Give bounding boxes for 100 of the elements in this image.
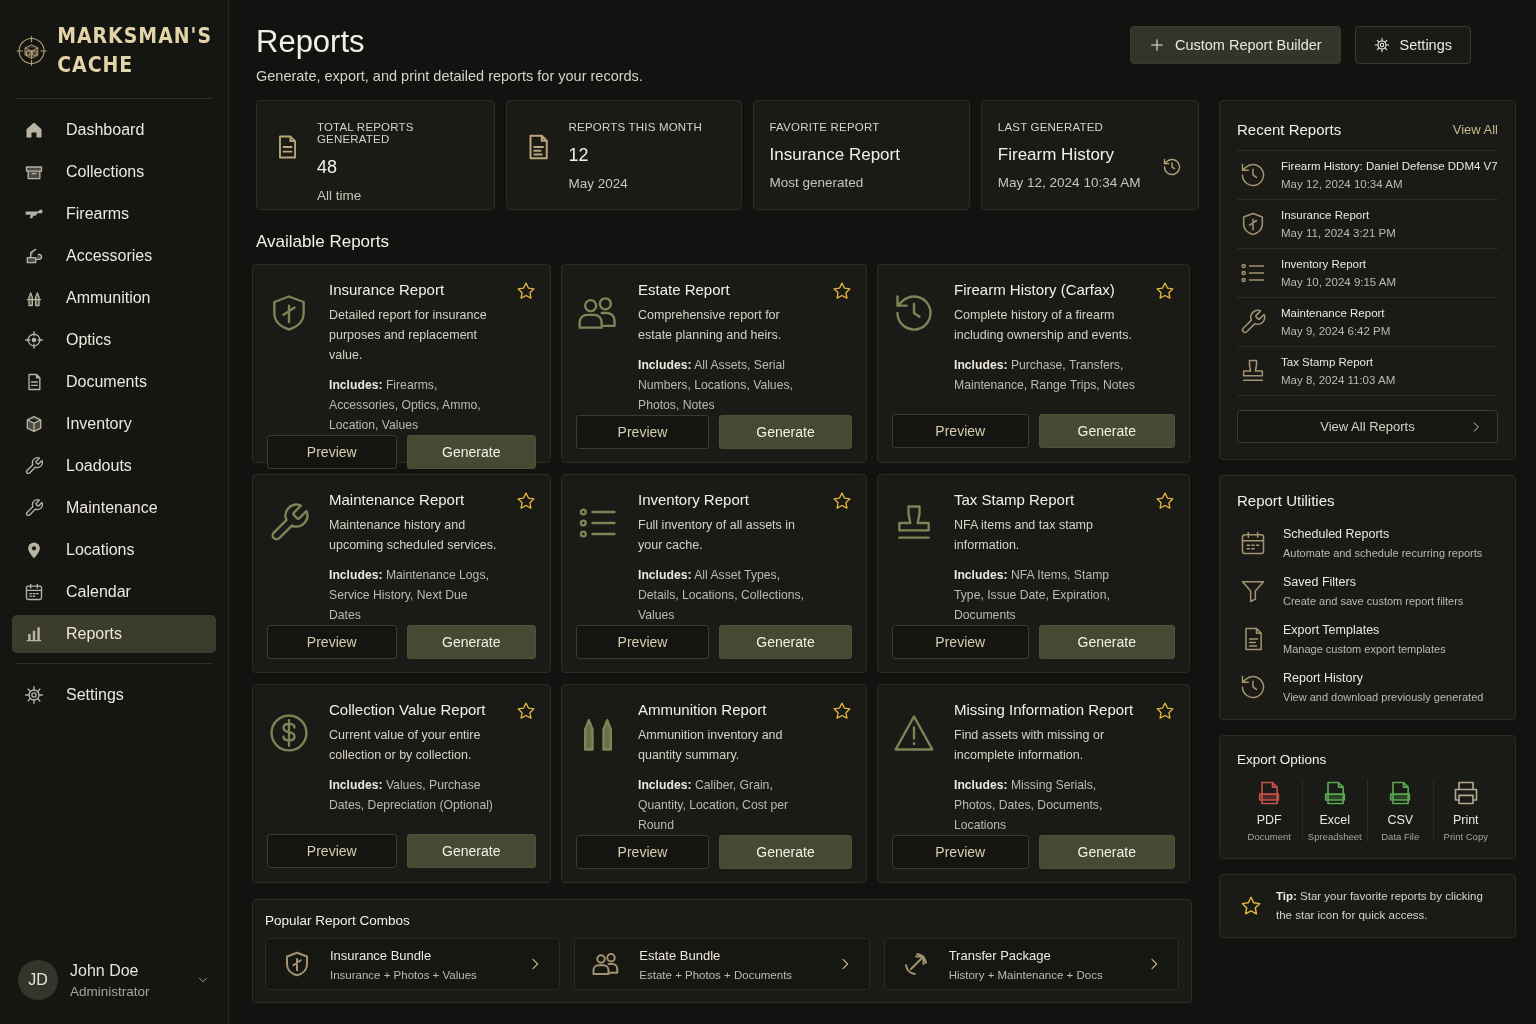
star-icon[interactable] <box>1155 491 1175 511</box>
stat-value: 12 <box>568 145 590 166</box>
panel-title: Recent Reports <box>1237 121 1342 138</box>
preview-button[interactable]: Preview <box>576 625 709 659</box>
star-icon[interactable] <box>832 701 852 721</box>
utility-description: View and download previously generated <box>1283 691 1484 703</box>
generate-button[interactable]: Generate <box>719 625 852 659</box>
recent-report-title[interactable]: Insurance Report <box>1281 209 1396 221</box>
report-title: Ammunition Report <box>638 701 768 718</box>
wrench-icon <box>24 456 44 476</box>
export-option[interactable]: Print Print Copy <box>1432 779 1498 842</box>
generate-button[interactable]: Generate <box>719 835 852 869</box>
preview-button[interactable]: Preview <box>576 415 709 449</box>
settings-button[interactable]: Settings <box>1354 26 1471 64</box>
preview-button[interactable]: Preview <box>267 435 397 469</box>
combo-item[interactable]: Transfer Package History + Maintenance + Docs <box>883 938 1179 990</box>
report-description: Complete history of a firearm including ownership and events. <box>954 307 1133 344</box>
recent-report-title[interactable]: Tax Stamp Report <box>1281 356 1396 368</box>
export-option[interactable]: Excel Spreadsheet <box>1301 779 1367 842</box>
combo-subtitle: Estate + Photos + Documents <box>639 968 794 981</box>
generate-button[interactable]: Generate <box>406 834 536 868</box>
utility-description: Manage custom export templates <box>1283 643 1446 655</box>
stat-note: May 2024 <box>568 176 629 191</box>
crosshair-icon <box>24 330 44 350</box>
generate-button[interactable]: Generate <box>1038 414 1175 448</box>
report-includes: Includes: Caliber, Grain, Quantity, Location, Cost per Round <box>638 777 790 834</box>
report-description: Ammunition inventory and quantity summary. <box>638 727 784 764</box>
settings-icon <box>24 685 44 705</box>
star-icon[interactable] <box>516 701 536 721</box>
wrench-icon <box>24 498 44 518</box>
generate-button[interactable]: Generate <box>406 625 536 659</box>
nav-item[interactable]: Collections <box>12 153 216 191</box>
preview-button[interactable]: Preview <box>892 835 1029 869</box>
star-icon[interactable] <box>832 491 852 511</box>
nav-item[interactable]: Reports <box>12 615 216 653</box>
view-all-reports-button[interactable]: View All Reports <box>1237 410 1498 443</box>
preview-button[interactable]: Preview <box>892 625 1029 659</box>
nav-item[interactable]: Documents <box>12 363 216 401</box>
nav-item[interactable]: Maintenance <box>12 489 216 527</box>
recent-report-time: May 10, 2024 9:15 AM <box>1281 276 1397 288</box>
tip-text: Tip: Star your favorite reports by clicking the star icon for quick access. <box>1276 889 1484 923</box>
generate-button[interactable]: Generate <box>1038 625 1175 659</box>
recent-report-title[interactable]: Firearm History: Daniel Defense DDM4 V7 <box>1281 160 1498 172</box>
export-option[interactable]: PDF Document <box>1237 779 1302 842</box>
user-role: Administrator <box>70 983 151 999</box>
recent-report-title[interactable]: Maintenance Report <box>1281 307 1391 319</box>
report-title: Maintenance Report <box>329 491 466 508</box>
report-description: Detailed report for insurance purposes and replacement value. <box>329 307 488 364</box>
export-option[interactable]: CSV Data File <box>1367 779 1433 842</box>
stat-value: 48 <box>316 157 338 178</box>
recent-report-time: May 8, 2024 11:03 AM <box>1281 374 1396 386</box>
star-icon[interactable] <box>832 281 852 301</box>
nav-item[interactable]: Dashboard <box>12 111 216 149</box>
nav-item[interactable]: Loadouts <box>12 447 216 485</box>
combo-item[interactable]: Estate Bundle Estate + Photos + Documents <box>574 938 870 990</box>
nav-item[interactable]: Locations <box>12 531 216 569</box>
utility-title[interactable]: Saved Filters <box>1283 575 1464 589</box>
report-includes: Includes: Firearms, Accessories, Optics, Ammo, Location, Values <box>329 377 482 434</box>
preview-button[interactable]: Preview <box>267 834 397 868</box>
preview-button[interactable]: Preview <box>267 625 397 659</box>
preview-button[interactable]: Preview <box>576 835 709 869</box>
recent-report-time: May 9, 2024 6:42 PM <box>1281 325 1391 337</box>
utility-title[interactable]: Export Templates <box>1283 623 1446 637</box>
combo-title: Estate Bundle <box>639 947 722 963</box>
stat-value: Insurance Report <box>769 145 900 165</box>
utility-title[interactable]: Scheduled Reports <box>1283 527 1483 541</box>
utility-title[interactable]: Report History <box>1283 671 1484 685</box>
report-title: Collection Value Report <box>329 701 487 718</box>
recent-report-time: May 11, 2024 3:21 PM <box>1281 227 1396 239</box>
combo-item[interactable]: Insurance Bundle Insurance + Photos + Values <box>265 938 561 990</box>
nav-item[interactable]: Calendar <box>12 573 216 611</box>
dollar-icon <box>267 711 311 755</box>
star-icon[interactable] <box>516 281 536 301</box>
star-icon[interactable] <box>516 491 536 511</box>
recent-report-title[interactable]: Inventory Report <box>1281 258 1397 270</box>
star-icon[interactable] <box>1155 701 1175 721</box>
nav-item[interactable]: Inventory <box>12 405 216 443</box>
combo-title: Transfer Package <box>948 947 1052 963</box>
combo-title: Insurance Bundle <box>330 947 433 963</box>
report-includes: Includes: Maintenance Logs, Service History, Next Due Dates <box>329 567 490 624</box>
preview-button[interactable]: Preview <box>892 414 1029 448</box>
nav-item[interactable]: Ammunition <box>12 279 216 317</box>
nav-item[interactable]: Settings <box>12 676 216 714</box>
generate-button[interactable]: Generate <box>719 415 852 449</box>
custom-report-builder-button[interactable]: Custom Report Builder <box>1129 26 1341 64</box>
stat-label: LAST GENERATED <box>997 121 1105 133</box>
utility-description: Automate and schedule recurring reports <box>1283 547 1483 559</box>
panel-title: Popular Report Combos <box>265 913 411 928</box>
generate-button[interactable]: Generate <box>406 435 536 469</box>
report-description: Full inventory of all assets in your cache. <box>638 517 796 554</box>
nav-item[interactable]: Optics <box>12 321 216 359</box>
star-icon[interactable] <box>1155 281 1175 301</box>
user-name: John Doe <box>70 961 140 980</box>
view-all-link[interactable]: View All <box>1452 122 1498 137</box>
generate-button[interactable]: Generate <box>1038 835 1175 869</box>
calendar-icon <box>24 582 44 602</box>
nav-item[interactable]: Accessories <box>12 237 216 275</box>
report-includes: Includes: NFA Items, Stamp Type, Issue Date, Expiration, Documents <box>954 567 1111 624</box>
history-icon <box>1162 157 1182 177</box>
nav-item[interactable]: Firearms <box>12 195 216 233</box>
